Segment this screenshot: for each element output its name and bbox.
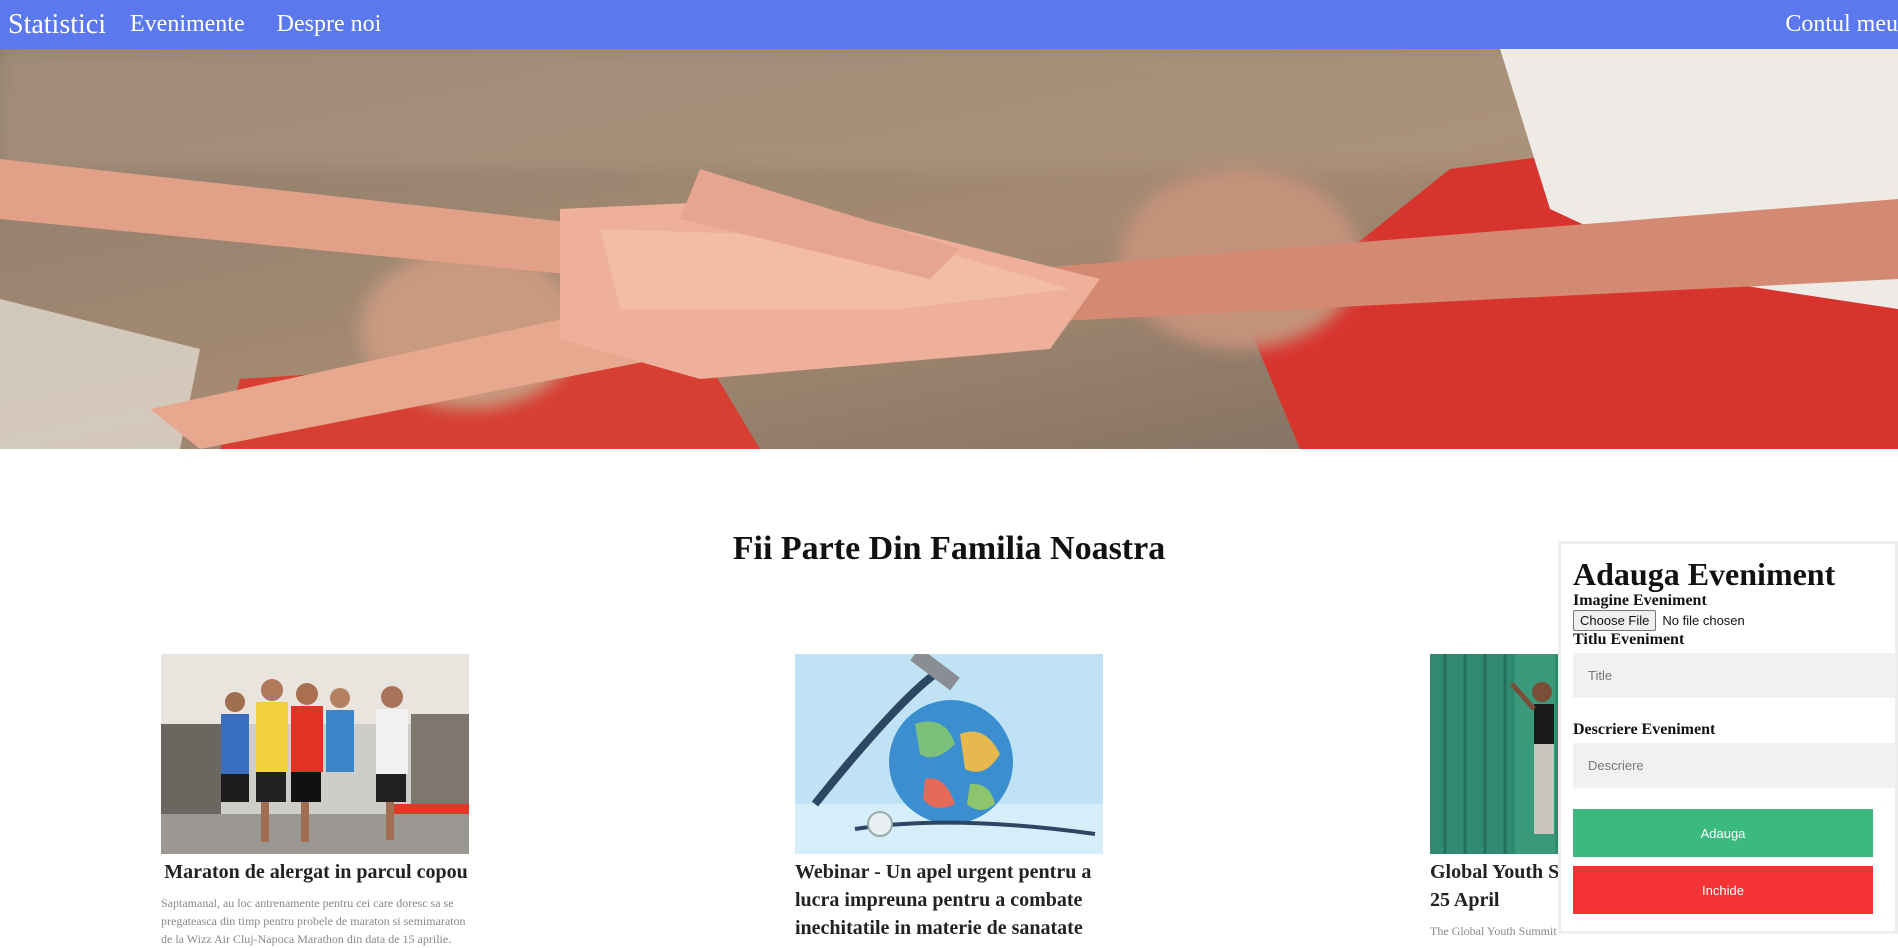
globe-stethoscope-image[interactable] xyxy=(795,654,1103,854)
top-navbar: Statistici Evenimente Despre noi Contul … xyxy=(0,0,1898,49)
nav-link-contul-meu[interactable]: Contul meu xyxy=(1785,0,1898,49)
add-button[interactable]: Adauga xyxy=(1573,809,1873,857)
card-title[interactable]: Webinar - Un apel urgent pentru a lucra … xyxy=(795,858,1105,942)
image-label: Imagine Eveniment xyxy=(1573,592,1707,609)
card-title[interactable]: Maraton de alergat in parcul copou xyxy=(161,858,471,886)
card-title[interactable]: Global Youth Summit 25 April xyxy=(1430,858,1560,914)
event-card[interactable]: Global Youth Summit 25 April The Global … xyxy=(1430,654,1560,940)
description-label: Descriere Eveniment xyxy=(1573,721,1716,738)
card-title-line-1: Global Youth Summit xyxy=(1430,861,1560,883)
file-input[interactable]: Choose File No file chosen xyxy=(1573,610,1745,631)
youth-summit-image[interactable] xyxy=(1430,654,1560,854)
hands-together-illustration xyxy=(0,49,1898,449)
choose-file-button[interactable]: Choose File xyxy=(1573,610,1657,631)
nav-brand-statistici[interactable]: Statistici xyxy=(8,9,106,41)
event-card[interactable]: Webinar - Un apel urgent pentru a lucra … xyxy=(795,654,1105,942)
title-label: Titlu Eveniment xyxy=(1573,631,1685,648)
file-status: No file chosen xyxy=(1662,613,1745,628)
nav-link-despre-noi[interactable]: Despre noi xyxy=(277,11,382,38)
nav-link-evenimente[interactable]: Evenimente xyxy=(130,11,245,38)
add-event-modal: Adauga Eveniment Imagine Eveniment Choos… xyxy=(1558,541,1898,934)
modal-title: Adauga Eveniment xyxy=(1573,556,1836,592)
hero-image xyxy=(0,49,1898,449)
card-description: The Global Youth Summit xyxy=(1430,924,1557,938)
event-card[interactable]: Maraton de alergat in parcul copou Sapta… xyxy=(161,654,471,948)
card-description: Saptamanal, au loc antrenamente pentru c… xyxy=(161,896,466,946)
title-input[interactable]: Title xyxy=(1573,653,1895,698)
card-title-line-2: 25 April xyxy=(1430,889,1500,911)
close-button[interactable]: Inchide xyxy=(1573,866,1873,914)
marathon-runners-image[interactable] xyxy=(161,654,469,854)
description-input[interactable]: Descriere xyxy=(1573,743,1895,788)
